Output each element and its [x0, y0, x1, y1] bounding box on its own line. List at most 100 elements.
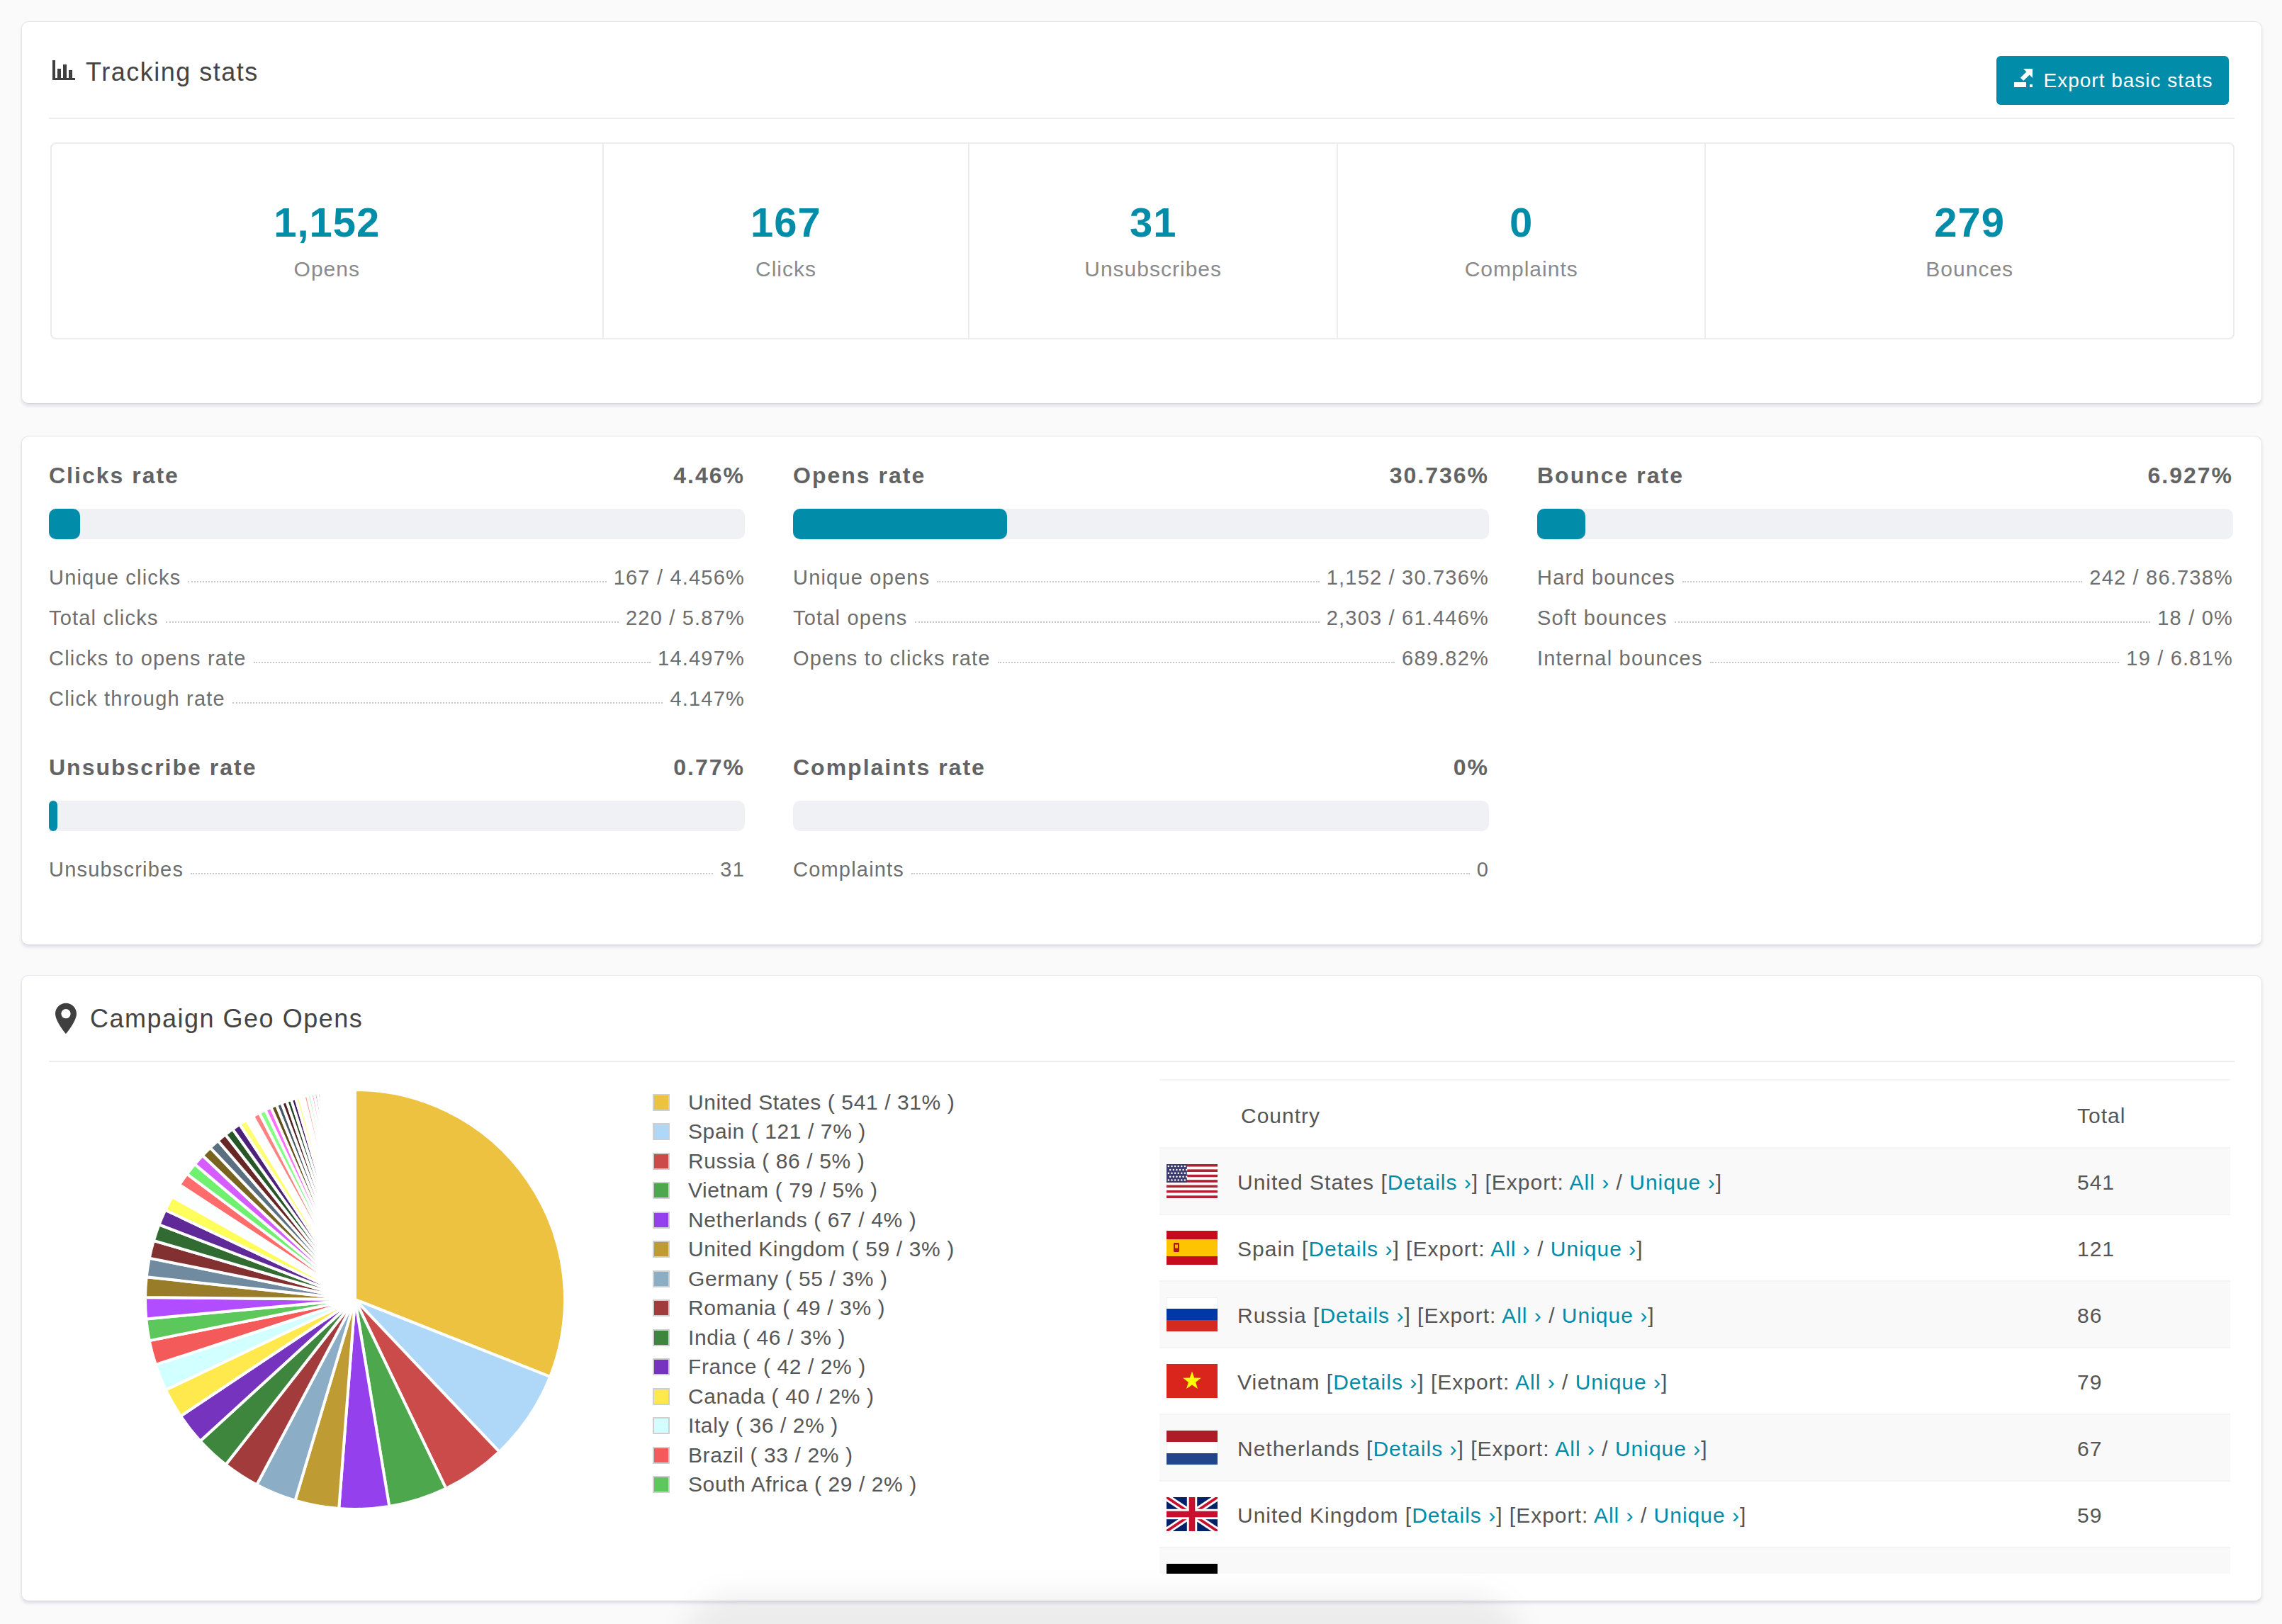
- legend-swatch: [653, 1182, 670, 1199]
- export-all-link[interactable]: All ›: [1594, 1504, 1634, 1527]
- detail-value: 18 / 0%: [2157, 607, 2233, 630]
- opens-rate-value: 30.736%: [1390, 461, 1489, 490]
- legend-label: Netherlands ( 67 / 4% ): [688, 1208, 916, 1232]
- legend-label: Canada ( 40 / 2% ): [688, 1385, 875, 1409]
- legend-item: Vietnam ( 79 / 5% ): [653, 1176, 955, 1206]
- stat-complaints: 0Complaints: [1337, 144, 1705, 338]
- export-all-link[interactable]: All ›: [1555, 1437, 1595, 1460]
- export-all-link[interactable]: All ›: [1525, 1570, 1566, 1574]
- de-flag-icon: [1167, 1564, 1218, 1574]
- legend-swatch: [653, 1212, 670, 1229]
- unsubscribe-rate-value: 0.77%: [673, 753, 745, 782]
- details-link[interactable]: Details ›: [1333, 1370, 1417, 1394]
- export-unique-link[interactable]: Unique ›: [1615, 1437, 1701, 1460]
- details-link[interactable]: Details ›: [1343, 1570, 1427, 1574]
- legend-item: South Africa ( 29 / 2% ): [653, 1470, 955, 1500]
- detail-label: Opens to clicks rate: [793, 647, 991, 670]
- legend-label: Spain ( 121 / 7% ): [688, 1120, 866, 1144]
- legend-item: Netherlands ( 67 / 4% ): [653, 1205, 955, 1235]
- export-all-link[interactable]: All ›: [1502, 1304, 1542, 1327]
- details-link[interactable]: Details ›: [1308, 1237, 1393, 1261]
- legend-item: India ( 46 / 3% ): [653, 1323, 955, 1353]
- legend-item: Italy ( 36 / 2% ): [653, 1411, 955, 1441]
- bounce-rate-progress-fill: [1537, 509, 1585, 539]
- complaints-rate-row: Complaints0: [793, 850, 1489, 890]
- geo-row-total: 541: [2077, 1171, 2115, 1195]
- geo-row-ru: Russia [Details ›] [Export: All › / Uniq…: [1159, 1280, 2230, 1347]
- legend-swatch: [653, 1388, 670, 1405]
- details-link[interactable]: Details ›: [1412, 1504, 1496, 1527]
- detail-value: 242 / 86.738%: [2089, 566, 2233, 590]
- legend-swatch: [653, 1094, 670, 1111]
- export-all-link[interactable]: All ›: [1515, 1370, 1556, 1394]
- stat-label: Clicks: [604, 257, 969, 281]
- export-icon: [2013, 67, 2034, 94]
- export-unique-link[interactable]: Unique ›: [1575, 1370, 1661, 1394]
- detail-value: 19 / 6.81%: [2126, 647, 2233, 670]
- geo-table-header: CountryTotal: [1159, 1081, 2230, 1147]
- opens-rate-row: Opens to clicks rate 689.82%: [793, 638, 1489, 679]
- geo-row-text: Germany [Details ›] [Export: All › / Uni…: [1237, 1570, 1677, 1574]
- export-unique-link[interactable]: Unique ›: [1551, 1237, 1636, 1261]
- bounce-rate-row: Soft bounces 18 / 0%: [1537, 598, 2233, 638]
- export-unique-link[interactable]: Unique ›: [1629, 1171, 1715, 1194]
- legend-swatch: [653, 1299, 670, 1316]
- geo-row-total: 79: [2077, 1370, 2102, 1394]
- detail-label: Internal bounces: [1537, 647, 1703, 670]
- export-all-link[interactable]: All ›: [1490, 1237, 1531, 1261]
- detail-label: Total clicks: [49, 607, 159, 630]
- rates-card: Clicks rate4.46%Unique clicks167 / 4.456…: [21, 436, 2262, 945]
- dotted-leader: [1682, 573, 2082, 582]
- detail-label: Soft bounces: [1537, 607, 1668, 630]
- legend-swatch: [653, 1123, 670, 1140]
- export-unique-link[interactable]: Unique ›: [1654, 1504, 1740, 1527]
- export-basic-stats-button[interactable]: Export basic stats: [1996, 56, 2229, 105]
- country-name: Netherlands: [1237, 1437, 1360, 1460]
- detail-label: Total opens: [793, 607, 908, 630]
- stat-label: Opens: [52, 257, 602, 281]
- legend-label: Vietnam ( 79 / 5% ): [688, 1178, 878, 1202]
- geo-row-total: 121: [2077, 1237, 2115, 1261]
- geo-row-text: Spain [Details ›] [Export: All › / Uniqu…: [1237, 1237, 1643, 1261]
- opens-rate-progress-bar: [793, 509, 1489, 539]
- country-name: United Kingdom: [1237, 1504, 1398, 1527]
- unsubscribe-rate-row: Unsubscribes31: [49, 850, 745, 890]
- detail-value: 1,152 / 30.736%: [1327, 566, 1489, 590]
- legend-label: Romania ( 49 / 3% ): [688, 1296, 885, 1320]
- export-all-link[interactable]: All ›: [1570, 1171, 1610, 1194]
- geo-header-divider: [49, 1061, 2235, 1062]
- details-link[interactable]: Details ›: [1320, 1304, 1404, 1327]
- campaign-geo-opens-card: Campaign Geo Opens United States ( 541 /…: [21, 975, 2262, 1601]
- dotted-leader: [998, 654, 1395, 663]
- dotted-leader: [1675, 614, 2151, 623]
- details-link[interactable]: Details ›: [1388, 1171, 1472, 1194]
- dotted-leader: [254, 654, 651, 663]
- legend-label: Italy ( 36 / 2% ): [688, 1414, 838, 1438]
- clicks-rate-row: Unique clicks167 / 4.456%: [49, 558, 745, 598]
- geo-row-text: Netherlands [Details ›] [Export: All › /…: [1237, 1437, 1708, 1461]
- bar-chart-icon: [50, 56, 79, 87]
- detail-value: 689.82%: [1402, 647, 1489, 670]
- bounce-rate-progress-bar: [1537, 509, 2233, 539]
- clicks-rate-row: Total clicks220 / 5.87%: [49, 598, 745, 638]
- opens-rate-row: Total opens2,303 / 61.446%: [793, 598, 1489, 638]
- details-link[interactable]: Details ›: [1373, 1437, 1457, 1460]
- complaints-rate-value: 0%: [1454, 753, 1489, 782]
- country-name: Vietnam: [1237, 1370, 1320, 1394]
- legend-label: France ( 42 / 2% ): [688, 1355, 866, 1379]
- geo-row-total: 59: [2077, 1504, 2102, 1528]
- bounce-rate-value: 6.927%: [2147, 461, 2233, 490]
- export-unique-link[interactable]: Unique ›: [1585, 1570, 1671, 1574]
- export-unique-link[interactable]: Unique ›: [1562, 1304, 1648, 1327]
- legend-item: Brazil ( 33 / 2% ): [653, 1440, 955, 1470]
- tracking-stats-title: Tracking stats: [86, 57, 259, 87]
- legend-label: Russia ( 86 / 5% ): [688, 1149, 865, 1173]
- legend-item: Canada ( 40 / 2% ): [653, 1382, 955, 1411]
- dotted-leader: [1710, 654, 2120, 663]
- detail-label: Unsubscribes: [49, 858, 184, 881]
- legend-label: South Africa ( 29 / 2% ): [688, 1472, 917, 1496]
- detail-value: 167 / 4.456%: [614, 566, 745, 590]
- dotted-leader: [191, 865, 713, 874]
- legend-label: United Kingdom ( 59 / 3% ): [688, 1237, 955, 1261]
- unsubscribe-rate-progress-fill: [49, 801, 57, 831]
